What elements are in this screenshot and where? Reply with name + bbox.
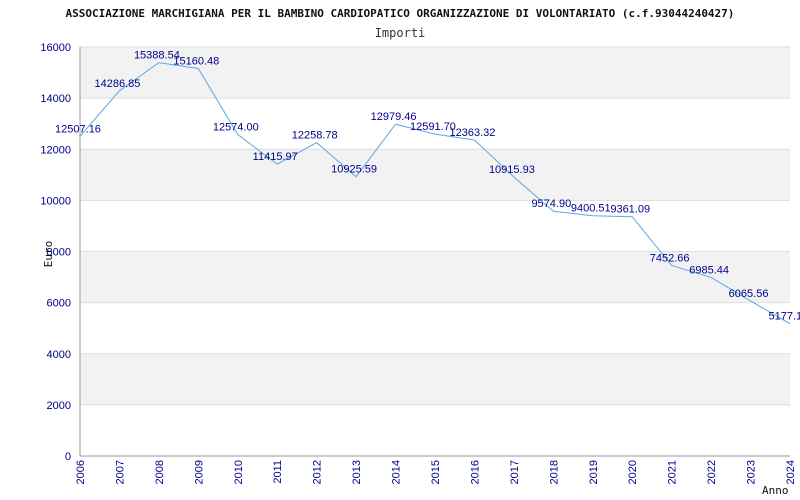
x-tick-label: 2023 xyxy=(746,460,758,484)
data-label: 14286.85 xyxy=(94,78,140,90)
data-label: 5177.11 xyxy=(769,311,800,323)
x-tick-label: 2016 xyxy=(469,460,481,484)
x-tick-label: 2018 xyxy=(548,460,560,484)
y-tick-label: 14000 xyxy=(40,93,71,105)
x-tick-label: 2007 xyxy=(114,460,126,484)
y-tick-label: 16000 xyxy=(40,42,71,54)
x-tick-label: 2019 xyxy=(588,460,600,484)
data-label: 9361.09 xyxy=(610,204,650,216)
x-tick-label: 2009 xyxy=(193,460,205,484)
data-label: 12363.32 xyxy=(449,127,495,139)
x-tick-label: 2021 xyxy=(667,460,679,484)
data-label: 12574.00 xyxy=(213,122,259,134)
data-label: 10925.59 xyxy=(331,164,377,176)
x-tick-label: 2017 xyxy=(509,460,521,484)
x-axis-label: Anno xyxy=(762,484,789,497)
x-tick-label: 2010 xyxy=(233,460,245,484)
x-tick-label: 2008 xyxy=(154,460,166,484)
chart-title: ASSOCIAZIONE MARCHIGIANA PER IL BAMBINO … xyxy=(66,7,735,20)
x-axis-ticks: 2006 2007 2008 2009 2010 2011 2012 2013 2014 2015… xyxy=(75,460,797,484)
data-label: 15160.48 xyxy=(173,55,219,67)
x-tick-label: 2014 xyxy=(391,460,403,484)
x-tick-label: 2013 xyxy=(351,460,363,484)
x-tick-label: 2015 xyxy=(430,460,442,484)
x-tick-label: 2012 xyxy=(312,460,324,484)
x-tick-label: 2020 xyxy=(627,460,639,484)
y-tick-label: 6000 xyxy=(47,298,71,310)
chart: ASSOCIAZIONE MARCHIGIANA PER IL BAMBINO … xyxy=(40,7,800,497)
data-label: 6065.56 xyxy=(729,288,769,300)
x-tick-label: 2022 xyxy=(706,460,718,484)
data-label: 9574.90 xyxy=(531,198,571,210)
background-bands xyxy=(80,47,790,405)
x-tick-label: 2011 xyxy=(272,460,284,484)
x-tick-label: 2006 xyxy=(75,460,87,484)
band xyxy=(80,149,790,201)
data-label: 7452.66 xyxy=(650,252,690,264)
x-tick-label: 2024 xyxy=(785,460,797,484)
data-label: 12258.78 xyxy=(292,130,338,142)
y-tick-label: 12000 xyxy=(40,144,71,156)
y-tick-label: 2000 xyxy=(47,400,71,412)
data-label: 11415.97 xyxy=(253,151,298,163)
y-tick-label: 4000 xyxy=(47,349,71,361)
y-axis-label: Euro xyxy=(42,241,55,268)
data-label: 6985.44 xyxy=(689,264,729,276)
band xyxy=(80,353,790,405)
data-label: 12507.16 xyxy=(55,123,101,135)
chart-subtitle: Importi xyxy=(375,26,426,40)
data-label: 9400.51 xyxy=(571,203,611,215)
y-tick-label: 10000 xyxy=(40,195,71,207)
data-label: 10915.93 xyxy=(489,164,535,176)
y-tick-label: 0 xyxy=(65,451,71,463)
